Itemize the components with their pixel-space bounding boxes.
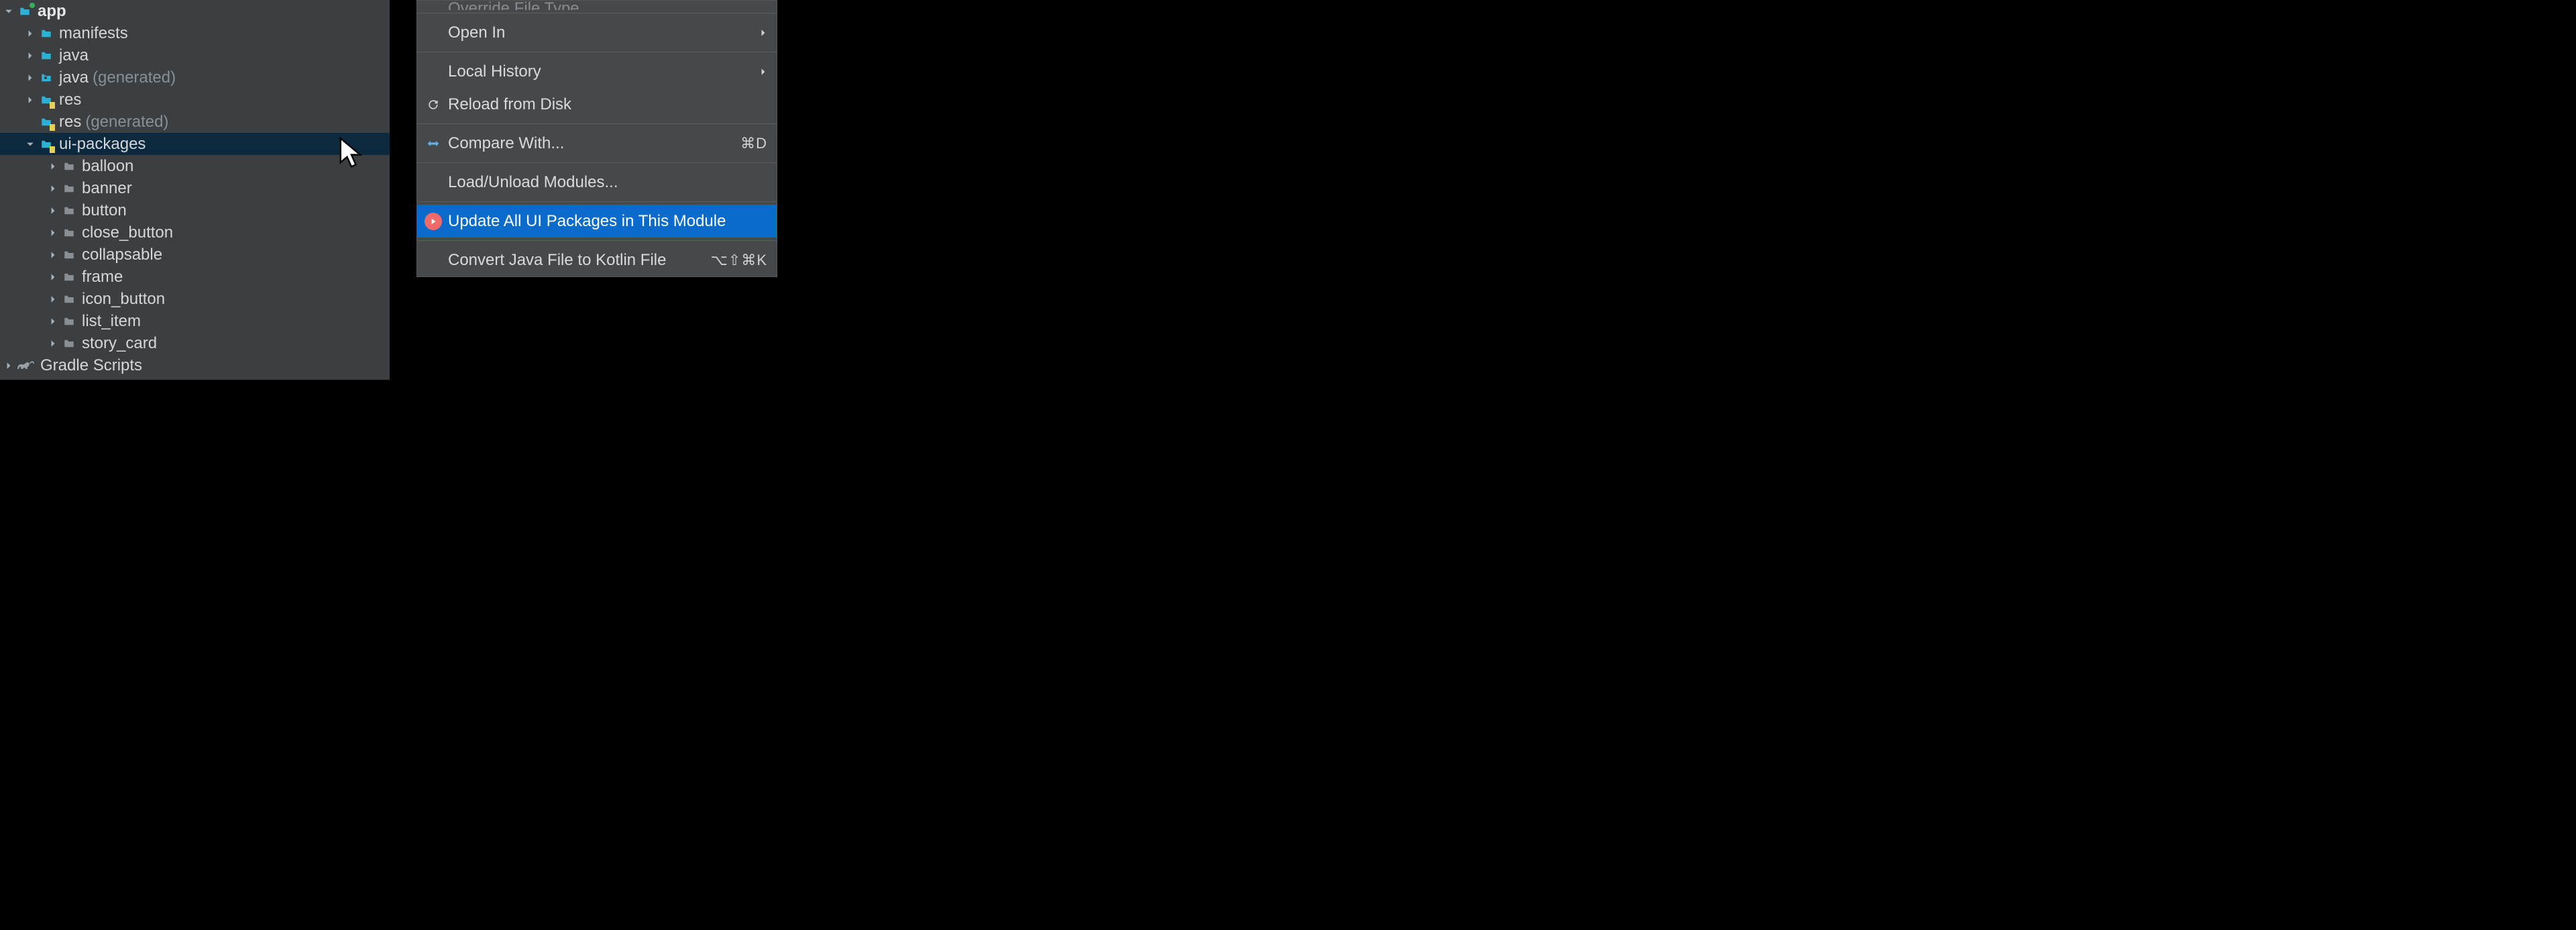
- menu-label: Override File Type: [448, 1, 767, 10]
- generated-folder-icon: [39, 70, 54, 85]
- tree-label: res: [59, 113, 81, 132]
- tree-item-frame[interactable]: frame: [0, 266, 390, 288]
- chevron-right-icon: [25, 29, 35, 38]
- chevron-right-icon: [25, 51, 35, 60]
- tree-label: list_item: [82, 312, 141, 331]
- tree-item-ui-packages[interactable]: ui-packages: [0, 133, 390, 155]
- tree-label: balloon: [82, 157, 133, 176]
- folder-icon: [62, 225, 76, 240]
- tree-item-gradle-scripts[interactable]: Gradle Scripts: [0, 354, 390, 376]
- menu-separator: [417, 201, 777, 202]
- relay-icon: [424, 212, 443, 231]
- tree-label: frame: [82, 268, 123, 287]
- chevron-right-icon: [48, 295, 58, 304]
- folder-icon: [39, 26, 54, 41]
- resource-folder-icon: [39, 137, 54, 152]
- tree-item-story-card[interactable]: story_card: [0, 332, 390, 354]
- tree-label: Gradle Scripts: [40, 356, 142, 375]
- tree-item-balloon[interactable]: balloon: [0, 155, 390, 177]
- chevron-right-icon: [48, 272, 58, 282]
- tree-label: collapsable: [82, 246, 162, 264]
- tree-label: app: [38, 2, 66, 21]
- menu-label: Update All UI Packages in This Module: [448, 212, 767, 231]
- chevron-right-icon: [48, 317, 58, 326]
- reload-icon: [424, 95, 443, 114]
- chevron-right-icon: [25, 73, 35, 83]
- tree-item-res[interactable]: res: [0, 89, 390, 111]
- tree-item-java-generated[interactable]: java (generated): [0, 66, 390, 89]
- chevron-down-icon: [4, 7, 13, 16]
- gradle-icon: [17, 358, 35, 373]
- tree-item-java[interactable]: java: [0, 44, 390, 66]
- folder-icon: [62, 336, 76, 351]
- tree-label: manifests: [59, 24, 128, 43]
- compare-icon: [424, 134, 443, 153]
- context-menu: Override File Type Open In Local History…: [416, 0, 777, 277]
- menu-label: Local History: [448, 62, 759, 81]
- tree-label: story_card: [82, 334, 157, 353]
- tree-label: close_button: [82, 223, 173, 242]
- tree-label-suffix: (generated): [93, 68, 176, 87]
- menu-label: Convert Java File to Kotlin File: [448, 251, 711, 270]
- menu-item-compare-with[interactable]: Compare With... ⌘D: [417, 127, 777, 160]
- menu-label: Reload from Disk: [448, 95, 767, 114]
- menu-shortcut: ⌥⇧⌘K: [711, 252, 767, 269]
- module-folder-icon: [17, 4, 32, 19]
- tree-item-close-button[interactable]: close_button: [0, 221, 390, 244]
- tree-item-res-generated[interactable]: res (generated): [0, 111, 390, 133]
- tree-label: banner: [82, 179, 132, 198]
- folder-icon: [62, 270, 76, 285]
- tree-item-list-item[interactable]: list_item: [0, 310, 390, 332]
- menu-separator: [417, 240, 777, 241]
- folder-icon: [62, 292, 76, 307]
- folder-icon: [62, 203, 76, 218]
- chevron-right-icon: [759, 23, 767, 42]
- tree-item-app[interactable]: app: [0, 0, 390, 22]
- tree-item-manifests[interactable]: manifests: [0, 22, 390, 44]
- resource-folder-icon: [39, 115, 54, 130]
- tree-item-collapsable[interactable]: collapsable: [0, 244, 390, 266]
- tree-label: java: [59, 46, 89, 65]
- menu-label: Load/Unload Modules...: [448, 173, 767, 192]
- chevron-right-icon: [25, 95, 35, 105]
- tree-label: java: [59, 68, 89, 87]
- menu-label: Compare With...: [448, 134, 740, 153]
- chevron-right-icon: [759, 62, 767, 81]
- menu-separator: [417, 162, 777, 163]
- chevron-right-icon: [4, 361, 13, 370]
- chevron-right-icon: [48, 162, 58, 171]
- folder-icon: [62, 248, 76, 262]
- menu-shortcut: ⌘D: [740, 135, 767, 152]
- tree-label: res: [59, 91, 81, 109]
- chevron-right-icon: [48, 184, 58, 193]
- tree-label: button: [82, 201, 127, 220]
- folder-icon: [39, 48, 54, 63]
- menu-item-override-file-type[interactable]: Override File Type: [417, 1, 777, 10]
- menu-item-reload-from-disk[interactable]: Reload from Disk: [417, 88, 777, 121]
- menu-item-open-in[interactable]: Open In: [417, 16, 777, 49]
- project-tree-panel: app manifests java java (generated): [0, 0, 390, 380]
- menu-item-load-unload-modules[interactable]: Load/Unload Modules...: [417, 166, 777, 199]
- folder-icon: [62, 314, 76, 329]
- menu-label: Open In: [448, 23, 759, 42]
- chevron-right-icon: [48, 250, 58, 260]
- menu-item-update-ui-packages[interactable]: Update All UI Packages in This Module: [417, 205, 777, 238]
- folder-icon: [62, 159, 76, 174]
- tree-label: icon_button: [82, 290, 165, 309]
- chevron-right-icon: [48, 206, 58, 215]
- chevron-down-icon: [25, 140, 35, 149]
- menu-separator: [417, 123, 777, 124]
- tree-item-icon-button[interactable]: icon_button: [0, 288, 390, 310]
- tree-item-button[interactable]: button: [0, 199, 390, 221]
- tree-label: ui-packages: [59, 135, 146, 154]
- menu-item-convert-kotlin[interactable]: Convert Java File to Kotlin File ⌥⇧⌘K: [417, 244, 777, 276]
- tree-item-banner[interactable]: banner: [0, 177, 390, 199]
- tree-label-suffix: (generated): [85, 113, 168, 132]
- menu-item-local-history[interactable]: Local History: [417, 55, 777, 88]
- folder-icon: [62, 181, 76, 196]
- chevron-right-icon: [48, 228, 58, 238]
- resource-folder-icon: [39, 93, 54, 107]
- chevron-right-icon: [48, 339, 58, 348]
